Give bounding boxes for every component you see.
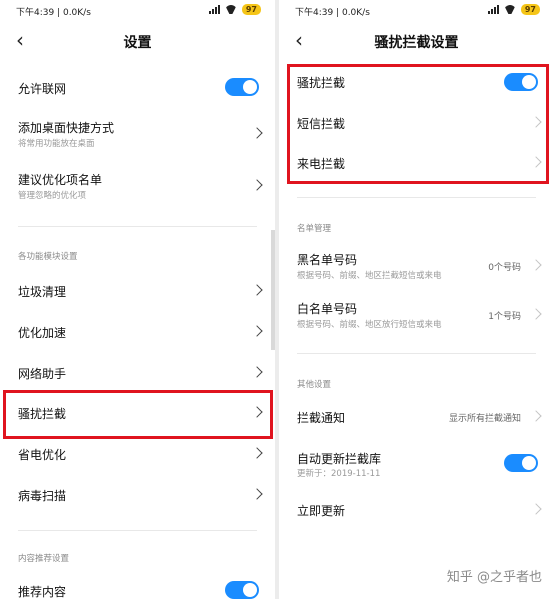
divider (18, 530, 257, 531)
row-label: 推荐内容 (18, 585, 67, 599)
wifi-icon (225, 5, 237, 14)
row-label: 建议优化项名单 (18, 173, 103, 187)
chevron-right-icon (251, 325, 263, 337)
watermark: 知乎 @之乎者也 (446, 570, 542, 585)
block-notification-value: 显示所有拦截通知 (448, 414, 521, 424)
allow-network-row[interactable]: 允许联网 (0, 72, 275, 102)
chevron-right-icon (530, 308, 542, 320)
highlight-box (3, 390, 273, 439)
status-text: 下午4:39 | 0.0K/s (295, 8, 370, 18)
signal-icon (487, 5, 499, 14)
chevron-right-icon (251, 366, 263, 378)
divider (18, 226, 257, 227)
row-label: 病毒扫描 (18, 489, 67, 503)
network-assistant-row[interactable]: 网络助手 (0, 358, 275, 386)
harassment-settings-screen: 下午4:39 | 0.0K/s 97 ‹ 骚扰拦截设置 骚扰拦截 短信拦截 来电… (279, 0, 554, 599)
chevron-right-icon (251, 284, 263, 296)
signal-icon (208, 5, 220, 14)
chevron-right-icon (530, 259, 542, 271)
chevron-right-icon (530, 503, 542, 515)
row-label: 垃圾清理 (18, 285, 67, 299)
section-header: 内容推荐设置 (18, 554, 70, 564)
auto-update-row[interactable]: 自动更新拦截库 更新于：2019-11-11 (279, 447, 554, 481)
header: ‹ 骚扰拦截设置 (279, 24, 554, 58)
page-title: 设置 (123, 35, 152, 51)
row-label: 白名单号码 (297, 302, 358, 316)
section-header: 各功能模块设置 (18, 252, 78, 262)
status-bar: 下午4:39 | 0.0K/s 97 (0, 0, 275, 22)
row-sub: 管理忽略的优化项 (18, 191, 87, 201)
row-label: 省电优化 (18, 448, 67, 462)
battery-icon: 97 (520, 4, 540, 15)
row-label: 允许联网 (18, 82, 67, 96)
battery-icon: 97 (241, 4, 261, 15)
row-sub: 更新于：2019-11-11 (297, 469, 381, 479)
divider (297, 353, 536, 354)
recommended-content-row[interactable]: 推荐内容 (0, 578, 275, 599)
row-label: 拦截通知 (297, 411, 346, 425)
junk-clean-row[interactable]: 垃圾清理 (0, 276, 275, 304)
block-notification-row[interactable]: 拦截通知 显示所有拦截通知 (279, 404, 554, 428)
allow-network-toggle[interactable] (225, 78, 259, 96)
section-header: 名单管理 (297, 224, 332, 234)
row-label: 添加桌面快捷方式 (18, 121, 115, 135)
power-saving-row[interactable]: 省电优化 (0, 439, 275, 467)
wifi-icon (504, 5, 516, 14)
row-label: 黑名单号码 (297, 253, 358, 267)
page-title: 骚扰拦截设置 (374, 35, 459, 51)
row-label: 网络助手 (18, 367, 67, 381)
row-label: 自动更新拦截库 (297, 452, 382, 466)
status-text: 下午4:39 | 0.0K/s (16, 8, 91, 18)
chevron-right-icon (251, 179, 263, 191)
chevron-right-icon (530, 410, 542, 422)
chevron-right-icon (251, 488, 263, 500)
speed-up-row[interactable]: 优化加速 (0, 317, 275, 345)
row-sub: 根据号码、前缀、地区放行短信或来电 (297, 320, 442, 330)
virus-scan-row[interactable]: 病毒扫描 (0, 480, 275, 508)
settings-screen: 下午4:39 | 0.0K/s 97 ‹ 设置 允许联网 添加桌面快捷方式 将常… (0, 0, 275, 599)
header: ‹ 设置 (0, 24, 275, 58)
whitelist-count: 1个号码 (488, 312, 521, 322)
chevron-right-icon (251, 447, 263, 459)
highlight-box (287, 64, 549, 184)
row-sub: 根据号码、前缀、地区拦截短信或来电 (297, 271, 442, 281)
status-bar: 下午4:39 | 0.0K/s 97 (279, 0, 554, 22)
optimize-list-row[interactable]: 建议优化项名单 管理忽略的优化项 (0, 166, 275, 206)
row-label: 优化加速 (18, 326, 67, 340)
update-now-row[interactable]: 立即更新 (279, 497, 554, 521)
blacklist-count: 0个号码 (488, 263, 521, 273)
whitelist-row[interactable]: 白名单号码 根据号码、前缀、地区放行短信或来电 1个号码 (279, 297, 554, 333)
desktop-shortcut-row[interactable]: 添加桌面快捷方式 将常用功能放在桌面 (0, 114, 275, 154)
row-label: 立即更新 (297, 504, 346, 518)
auto-update-toggle[interactable] (504, 454, 538, 472)
row-sub: 将常用功能放在桌面 (18, 139, 95, 149)
recommended-content-toggle[interactable] (225, 581, 259, 599)
blacklist-row[interactable]: 黑名单号码 根据号码、前缀、地区拦截短信或来电 0个号码 (279, 248, 554, 284)
chevron-right-icon (251, 127, 263, 139)
divider (297, 197, 536, 198)
section-header: 其他设置 (297, 380, 332, 390)
